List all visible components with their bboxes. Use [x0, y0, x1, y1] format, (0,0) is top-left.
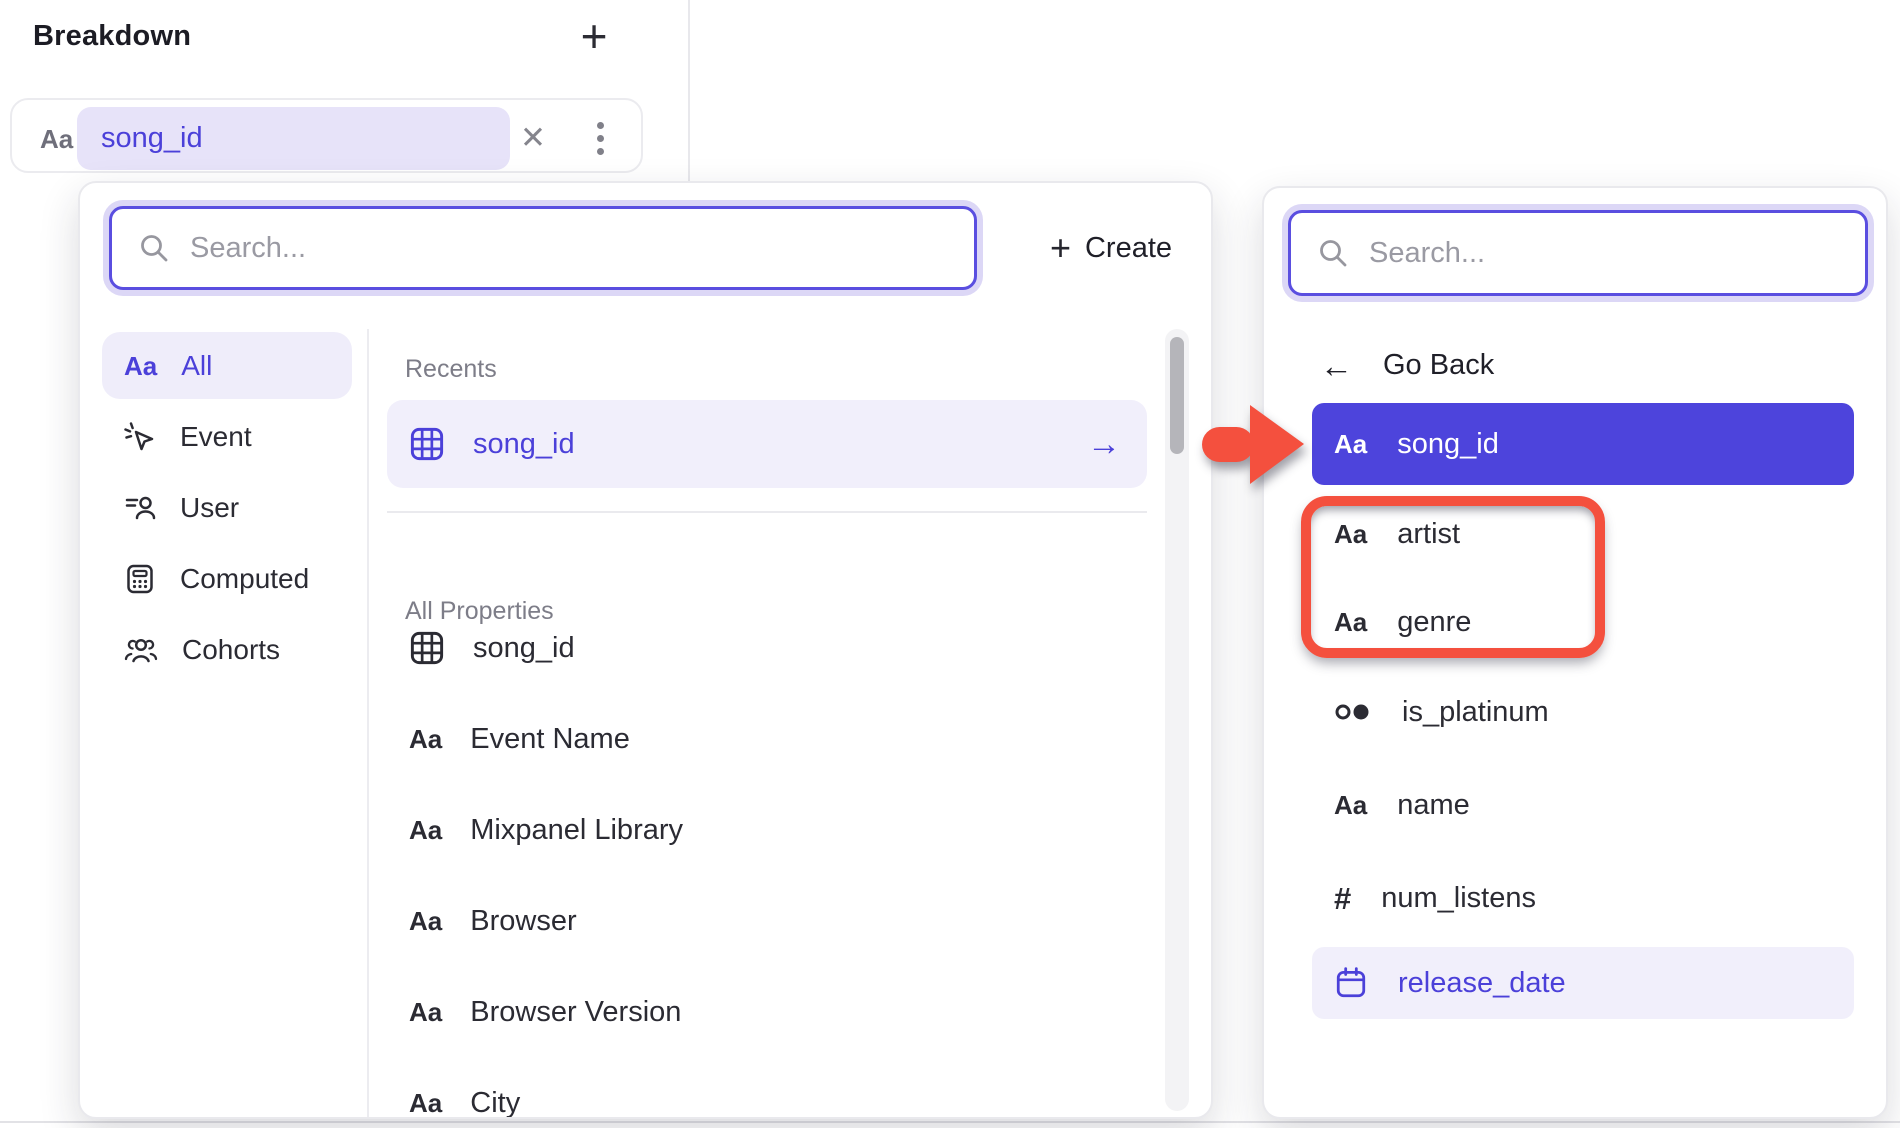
breakdown-title: Breakdown	[33, 20, 191, 53]
property-city[interactable]: Aa City	[387, 1075, 1147, 1119]
sub-property-is-platinum[interactable]: is_platinum	[1312, 684, 1854, 740]
arrow-left-icon: ←	[1320, 349, 1353, 382]
type-text-icon: Aa	[124, 353, 157, 379]
sidebar-divider	[688, 0, 690, 181]
category-user[interactable]: User	[102, 474, 352, 541]
property-browser[interactable]: Aa Browser	[387, 893, 1147, 949]
sub-property-artist[interactable]: Aa artist	[1312, 506, 1854, 562]
search-input[interactable]	[190, 232, 974, 265]
property-picker-panel: + Create Aa All Event	[78, 181, 1213, 1119]
type-text-icon: Aa	[409, 726, 442, 752]
category-computed[interactable]: Computed	[102, 545, 352, 612]
sub-property-song-id[interactable]: Aa song_id	[1312, 403, 1854, 485]
close-icon: ✕	[520, 120, 546, 156]
kebab-icon	[597, 122, 604, 129]
search-input[interactable]	[1369, 237, 1865, 270]
category-event[interactable]: Event	[102, 403, 352, 470]
people-icon	[124, 634, 158, 666]
property-search	[109, 206, 977, 290]
search-icon	[138, 232, 170, 264]
sub-property-release-date[interactable]: release_date	[1312, 947, 1854, 1019]
type-text-icon: Aa	[409, 817, 442, 843]
event-cursor-icon	[124, 421, 156, 453]
property-browser-version[interactable]: Aa Browser Version	[387, 984, 1147, 1040]
type-text-icon: Aa	[409, 908, 442, 934]
breakdown-chip-value[interactable]: song_id	[77, 107, 510, 170]
category-all[interactable]: Aa All	[102, 332, 352, 399]
property-detail-panel: ← Go Back Aa song_id Aa artist Aa genre …	[1262, 186, 1888, 1119]
search-icon	[1317, 237, 1349, 269]
section-divider	[387, 511, 1147, 513]
property-song-id[interactable]: song_id	[387, 620, 1147, 676]
property-list: song_id Aa Event Name Aa Mixpanel Librar…	[387, 620, 1147, 1119]
add-breakdown-button[interactable]: +	[566, 8, 622, 64]
type-text-icon: Aa	[1334, 431, 1367, 457]
arrow-right-icon: →	[1087, 427, 1121, 461]
recents-header: Recents	[405, 355, 497, 384]
grid-table-icon	[409, 426, 445, 462]
type-text-icon: Aa	[1334, 521, 1367, 547]
category-cohorts[interactable]: Cohorts	[102, 616, 352, 683]
recent-property-song-id[interactable]: song_id →	[387, 400, 1147, 488]
bottom-border	[0, 1121, 1900, 1123]
string-type-icon: Aa	[40, 124, 73, 155]
sub-property-num-listens[interactable]: # num_listens	[1312, 870, 1854, 926]
property-mixpanel-library[interactable]: Aa Mixpanel Library	[387, 802, 1147, 858]
boolean-icon	[1334, 701, 1372, 723]
breakdown-options-button[interactable]	[578, 112, 622, 164]
sub-property-name[interactable]: Aa name	[1312, 777, 1854, 833]
grid-table-icon	[409, 630, 445, 666]
type-text-icon: Aa	[409, 999, 442, 1025]
create-property-button[interactable]: + Create	[1016, 211, 1206, 285]
scrollbar-thumb[interactable]	[1170, 337, 1184, 454]
scrollbar-track[interactable]	[1165, 329, 1189, 1111]
plus-icon: +	[1050, 230, 1071, 266]
type-text-icon: Aa	[1334, 792, 1367, 818]
type-text-icon: Aa	[1334, 609, 1367, 635]
column-divider	[367, 329, 369, 1119]
sub-property-genre[interactable]: Aa genre	[1312, 594, 1854, 650]
go-back-button[interactable]: ← Go Back	[1320, 340, 1720, 390]
chip-value-label: song_id	[101, 122, 203, 155]
remove-breakdown-button[interactable]: ✕	[508, 112, 558, 164]
user-list-icon	[124, 492, 156, 524]
calendar-icon	[1334, 966, 1368, 1000]
category-list: Aa All Event User	[102, 332, 352, 683]
sub-property-search	[1288, 210, 1868, 296]
type-text-icon: Aa	[409, 1090, 442, 1116]
screen: Breakdown + Aa song_id ✕ + Create Aa	[0, 0, 1900, 1128]
property-event-name[interactable]: Aa Event Name	[387, 711, 1147, 767]
calculator-icon	[124, 563, 156, 595]
plus-icon: +	[581, 9, 608, 63]
hash-icon: #	[1334, 883, 1351, 914]
